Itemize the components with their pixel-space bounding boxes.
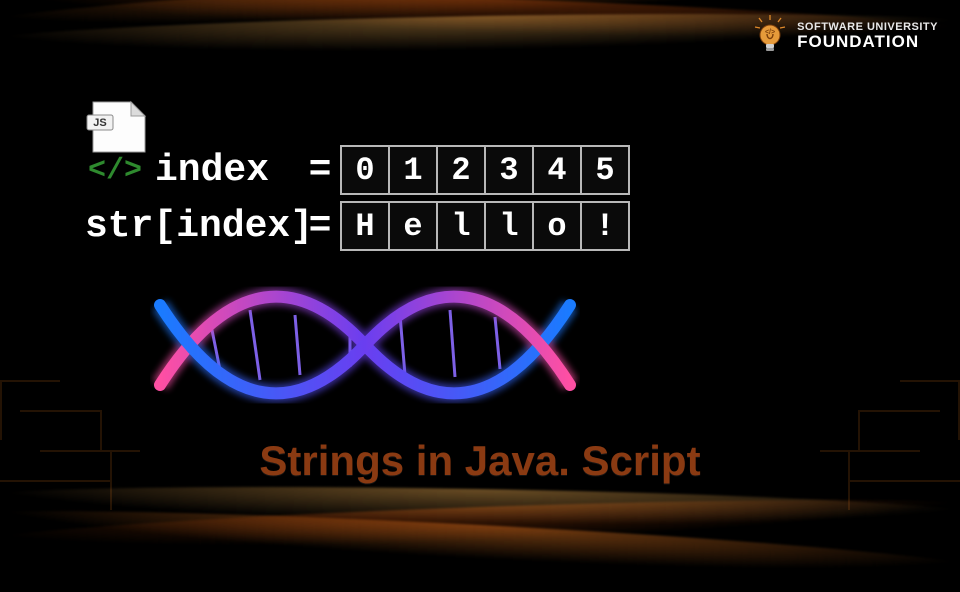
brand-line2: FOUNDATION bbox=[797, 33, 938, 50]
char-cell: l bbox=[485, 202, 533, 250]
equals-1: = bbox=[300, 149, 340, 192]
file-tag-text: JS bbox=[93, 117, 106, 129]
char-row: H e l l o ! bbox=[340, 201, 630, 251]
index-row: 0 1 2 3 4 5 bbox=[340, 145, 630, 195]
index-cell: 5 bbox=[581, 146, 629, 194]
svg-text:</>: </> bbox=[765, 29, 775, 36]
char-cell: ! bbox=[581, 202, 629, 250]
index-illustration: index = 0 1 2 3 4 5 str[index] = H e l l… bbox=[85, 145, 630, 251]
lightbulb-icon: </> bbox=[753, 15, 787, 57]
char-cell: H bbox=[341, 202, 389, 250]
equals-2: = bbox=[300, 205, 340, 248]
dna-helix-icon bbox=[150, 265, 580, 425]
index-cell: 4 bbox=[533, 146, 581, 194]
index-cell: 3 bbox=[485, 146, 533, 194]
label-index: index bbox=[85, 149, 300, 192]
char-cell: l bbox=[437, 202, 485, 250]
index-cell: 0 bbox=[341, 146, 389, 194]
char-cell: e bbox=[389, 202, 437, 250]
index-cell: 2 bbox=[437, 146, 485, 194]
index-cell: 1 bbox=[389, 146, 437, 194]
label-str-index: str[index] bbox=[85, 205, 300, 248]
slide-title: Strings in Java. Script bbox=[0, 437, 960, 485]
char-cell: o bbox=[533, 202, 581, 250]
brand-logo: </> SOFTWARE UNIVERSITY FOUNDATION bbox=[753, 15, 938, 57]
